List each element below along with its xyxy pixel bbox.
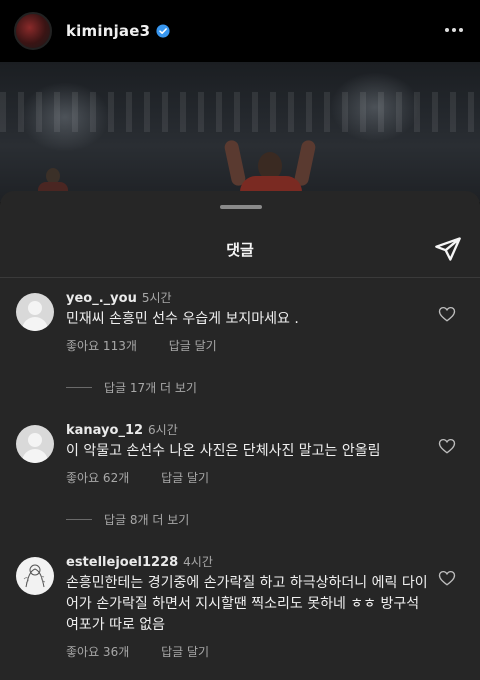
- comment-avatar[interactable]: [16, 293, 54, 331]
- comment-username[interactable]: kanayo_12 6시간: [66, 421, 178, 438]
- comment-username[interactable]: estellejoel1228 4시간: [66, 553, 213, 570]
- comment-time: 4시간: [183, 555, 213, 569]
- comment-avatar[interactable]: [16, 557, 54, 595]
- view-replies-button[interactable]: 답글 8개 더 보기: [66, 511, 189, 528]
- heart-icon[interactable]: [438, 305, 456, 323]
- comments-sheet: 댓글 yeo_._you 5시간 민재씨 손흥민 선수 우습게 보지마세요 . 좋…: [0, 191, 480, 680]
- comment-avatar[interactable]: [16, 425, 54, 463]
- comment-text: 이 악물고 손선수 나온 사진은 단체사진 말고는 안올림: [66, 443, 381, 459]
- comment-meta: 좋아요 36개 답글 달기: [66, 643, 209, 660]
- post-username[interactable]: kiminjae3: [66, 22, 150, 40]
- comment-time: 5시간: [141, 291, 172, 305]
- profile-avatar[interactable]: [14, 12, 52, 50]
- reply-button[interactable]: 답글 달기: [169, 339, 217, 353]
- divider: [0, 277, 480, 278]
- comment-username[interactable]: yeo_._you 5시간: [66, 289, 172, 306]
- reply-button[interactable]: 답글 달기: [161, 645, 209, 659]
- sketch-avatar-icon: [23, 564, 46, 588]
- comment-likes[interactable]: 좋아요 113개: [66, 339, 137, 353]
- reply-button[interactable]: 답글 달기: [161, 471, 209, 485]
- comment-text: 손흥민한테는 경기중에 손가락질 하고 하극상하더니 에릭 다이어가 손가락질 …: [66, 575, 428, 633]
- verified-badge-icon: [156, 24, 170, 38]
- comment-likes[interactable]: 좋아요 36개: [66, 645, 129, 659]
- more-options-icon[interactable]: [442, 18, 466, 42]
- share-icon[interactable]: [434, 235, 462, 263]
- post-image: [0, 62, 480, 202]
- comment-likes[interactable]: 좋아요 62개: [66, 471, 129, 485]
- post-header: kiminjae3: [0, 0, 480, 62]
- comment-time: 6시간: [148, 423, 178, 437]
- comment-meta: 좋아요 113개 답글 달기: [66, 337, 217, 354]
- comment-meta: 좋아요 62개 답글 달기: [66, 469, 209, 486]
- heart-icon[interactable]: [438, 437, 456, 455]
- comment-text: 민재씨 손흥민 선수 우습게 보지마세요 .: [66, 311, 299, 327]
- view-replies-button[interactable]: 답글 17개 더 보기: [66, 379, 197, 396]
- heart-icon[interactable]: [438, 569, 456, 587]
- sheet-title: 댓글: [226, 241, 254, 259]
- sheet-drag-handle[interactable]: [220, 205, 262, 209]
